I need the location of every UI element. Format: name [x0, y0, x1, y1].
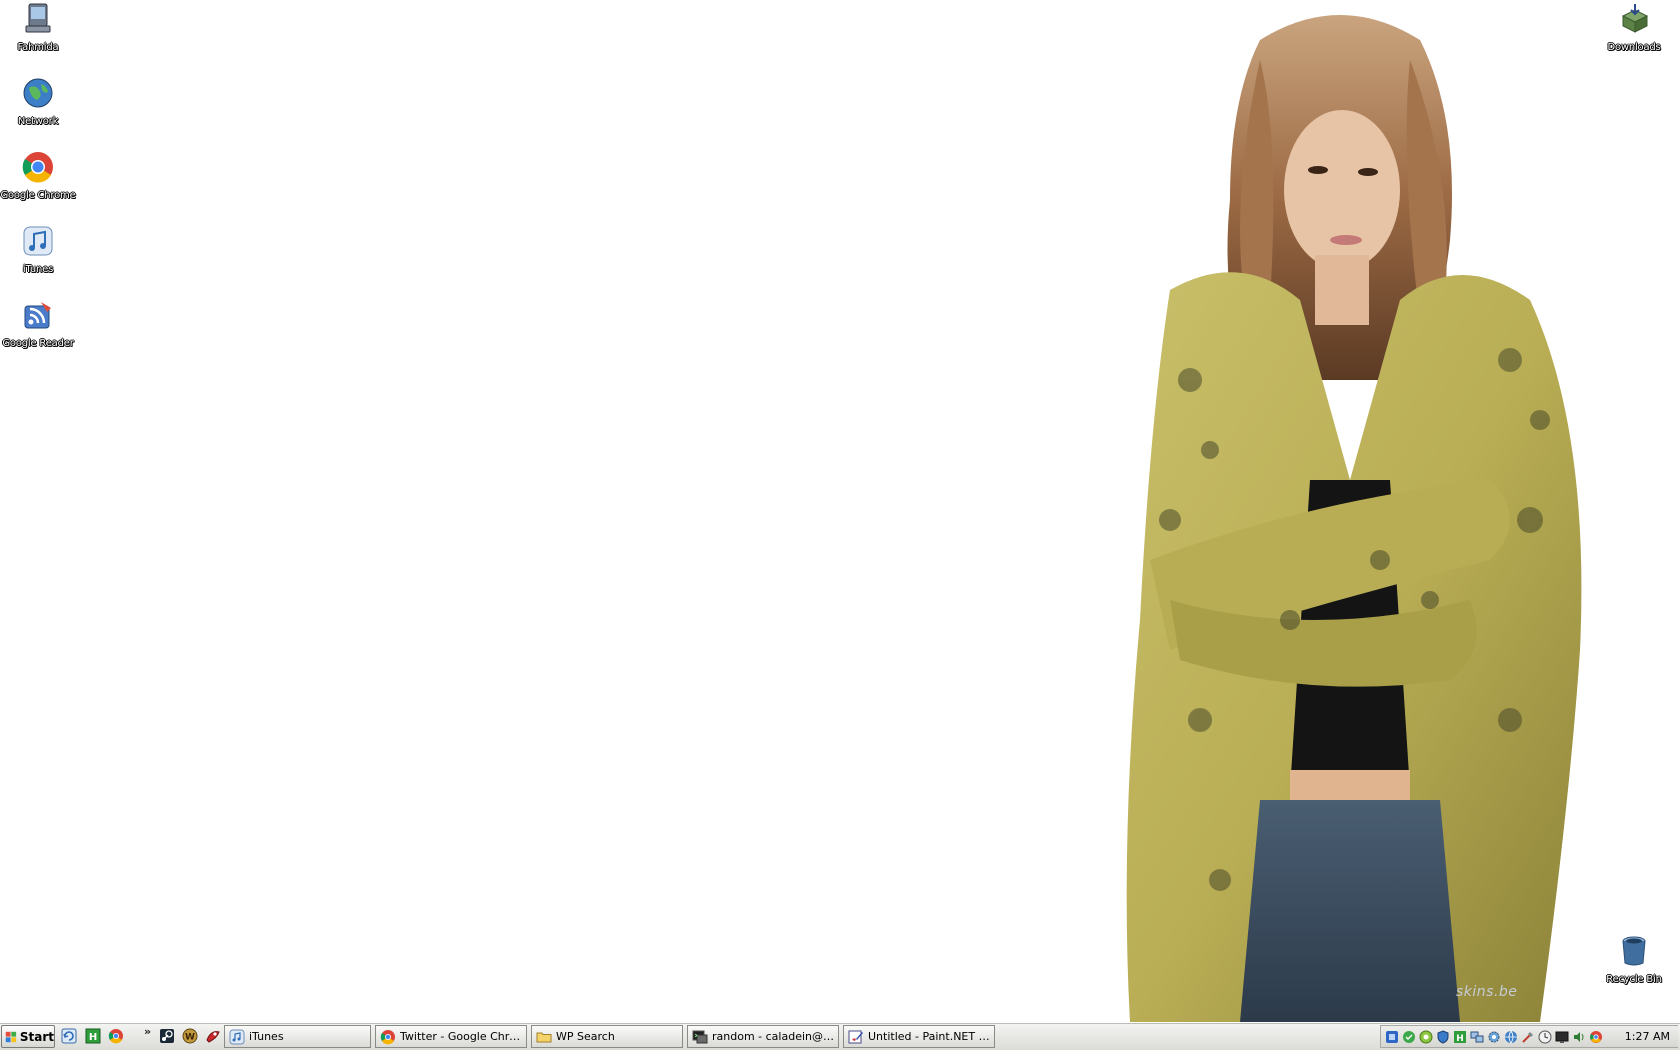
folder-icon [536, 1032, 552, 1042]
wallpaper-watermark: skins.be [1456, 984, 1518, 1000]
tray-clock-icon[interactable] [1538, 1030, 1552, 1044]
desktop-icon-network[interactable]: Network [0, 76, 76, 128]
chrome-icon [22, 152, 53, 183]
taskbar-button-wp-search[interactable]: WP Search [531, 1025, 683, 1048]
green-h-icon[interactable]: H [85, 1028, 101, 1044]
taskbar-button-label: WP Search [556, 1030, 615, 1043]
taskbar-button-label: Untitled - Paint.NET v3.36 [868, 1030, 994, 1043]
red-app-icon[interactable] [205, 1028, 221, 1044]
desktop-icon-google-chrome[interactable]: Google Chrome [0, 150, 76, 202]
tray-network-icon[interactable] [1470, 1030, 1484, 1044]
taskbar-button-label: iTunes [249, 1030, 284, 1043]
taskbar-button-label: Twitter - Google Chrome [400, 1030, 526, 1043]
downloads-folder-icon [1621, 4, 1649, 33]
taskbar-button-itunes[interactable]: iTunes [224, 1025, 371, 1048]
desktop-icon-itunes[interactable]: iTunes [0, 224, 76, 276]
itunes-icon [229, 1029, 245, 1044]
quick-launch-more-button[interactable]: » [144, 1025, 151, 1038]
google-reader-icon [24, 302, 51, 329]
clock[interactable]: 1:27 AM [1625, 1030, 1670, 1043]
svg-text:H: H [1456, 1034, 1464, 1044]
taskbar-button-label: random - caladein@tejav... [712, 1030, 838, 1043]
windows-flag-icon [5, 1031, 17, 1042]
tray-globe-icon[interactable] [1504, 1030, 1518, 1044]
paintnet-icon [848, 1030, 863, 1043]
start-label: Start [19, 1029, 54, 1044]
svg-text:W: W [185, 1033, 195, 1043]
tray-green-icon[interactable] [1402, 1030, 1416, 1044]
chrome-icon[interactable] [108, 1028, 124, 1044]
taskbar-button-random-terminal[interactable]: random - caladein@tejav... [687, 1025, 839, 1048]
wallpaper-image [1126, 15, 1582, 1022]
tray-chrome-icon[interactable] [1589, 1030, 1603, 1044]
svg-text:H: H [89, 1032, 97, 1043]
tray-blue-icon[interactable] [1385, 1030, 1399, 1044]
system-tray: H 1:27 AM [1380, 1025, 1678, 1048]
desktop: skins.be Fahmida Network Google Chrome i… [0, 0, 1680, 1022]
ie-refresh-icon[interactable] [61, 1028, 77, 1044]
steam-icon[interactable] [159, 1028, 175, 1044]
terminal-icon [692, 1030, 708, 1043]
desktop-icon-downloads[interactable]: Downloads [1596, 2, 1672, 54]
itunes-icon [23, 226, 53, 256]
tray-shield-icon[interactable] [1436, 1030, 1450, 1044]
tray-green-circle-icon[interactable] [1419, 1030, 1433, 1044]
desktop-icon-recycle-bin[interactable]: Recycle Bin [1596, 934, 1672, 986]
tray-volume-icon[interactable] [1572, 1030, 1586, 1044]
taskbar-button-twitter-chrome[interactable]: Twitter - Google Chrome [375, 1025, 527, 1048]
warcraft-icon[interactable]: W [182, 1028, 198, 1044]
laptop-computer-icon [25, 3, 51, 33]
tray-monitor-icon[interactable] [1555, 1030, 1569, 1044]
desktop-icon-fahmida[interactable]: Fahmida [0, 2, 76, 54]
tray-h-icon[interactable]: H [1453, 1030, 1467, 1044]
globe-icon [23, 78, 53, 108]
desktop-icon-google-reader[interactable]: Google Reader [0, 298, 76, 350]
tray-gear-icon[interactable] [1487, 1030, 1501, 1044]
tray-tools-icon[interactable] [1521, 1030, 1535, 1044]
start-button[interactable]: Start [1, 1025, 55, 1048]
recycle-bin-icon [1622, 936, 1646, 966]
taskbar-button-paintnet[interactable]: Untitled - Paint.NET v3.36 [843, 1025, 995, 1048]
taskbar: Start H » W iTunes Twitter - Google Chro… [0, 1022, 1680, 1050]
chrome-icon [380, 1029, 395, 1044]
